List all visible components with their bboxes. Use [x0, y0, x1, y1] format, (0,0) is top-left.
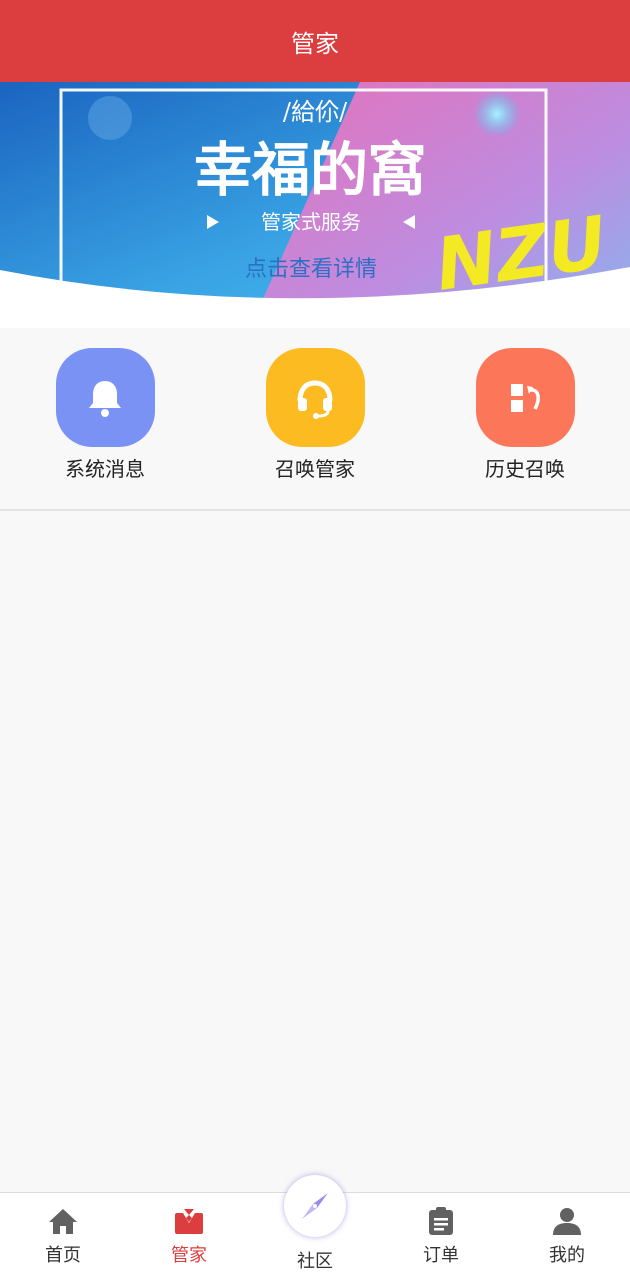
page-title: 管家: [291, 29, 339, 58]
tab-label: 订单: [423, 1245, 459, 1266]
tab-home[interactable]: 首页: [0, 1193, 126, 1281]
banner-subtitle: 管家式服务: [261, 210, 361, 234]
butler-icon: [173, 1205, 205, 1237]
compass-icon: [302, 1193, 328, 1219]
user-icon: [551, 1205, 583, 1237]
tab-community-label: 社区: [297, 1251, 333, 1272]
promo-banner[interactable]: /給伱/ 幸福的窩 管家式服务 点击查看详情 NZU: [0, 82, 630, 328]
clipboard-icon: [425, 1205, 457, 1237]
action-label: 系统消息: [65, 457, 145, 481]
tab-orders[interactable]: 订单: [378, 1193, 504, 1281]
tab-label: 我的: [549, 1245, 585, 1266]
action-label: 召唤管家: [275, 457, 355, 481]
action-system-messages[interactable]: 系统消息: [0, 348, 210, 488]
action-label: 历史召唤: [485, 457, 565, 481]
quick-actions: 系统消息 召唤管家 历史召唤: [0, 328, 630, 511]
tab-mine[interactable]: 我的: [504, 1193, 630, 1281]
headset-icon: [265, 348, 365, 447]
top-bar: 管家: [0, 0, 630, 82]
bell-icon: [55, 348, 155, 447]
banner-graphic: /給伱/ 幸福的窩 管家式服务 点击查看详情 NZU: [0, 82, 630, 328]
tab-label: 管家: [171, 1245, 207, 1266]
tab-label: 首页: [45, 1245, 81, 1266]
history-icon: [475, 348, 575, 447]
tab-community[interactable]: [284, 1175, 346, 1237]
tab-butler[interactable]: 管家: [126, 1193, 252, 1281]
banner-small-text: /給伱/: [283, 98, 348, 126]
home-icon: [47, 1205, 79, 1237]
action-call-butler[interactable]: 召唤管家: [210, 348, 420, 488]
action-call-history[interactable]: 历史召唤: [420, 348, 630, 488]
banner-headline: 幸福的窩: [194, 136, 426, 204]
banner-link[interactable]: 点击查看详情: [245, 257, 377, 282]
